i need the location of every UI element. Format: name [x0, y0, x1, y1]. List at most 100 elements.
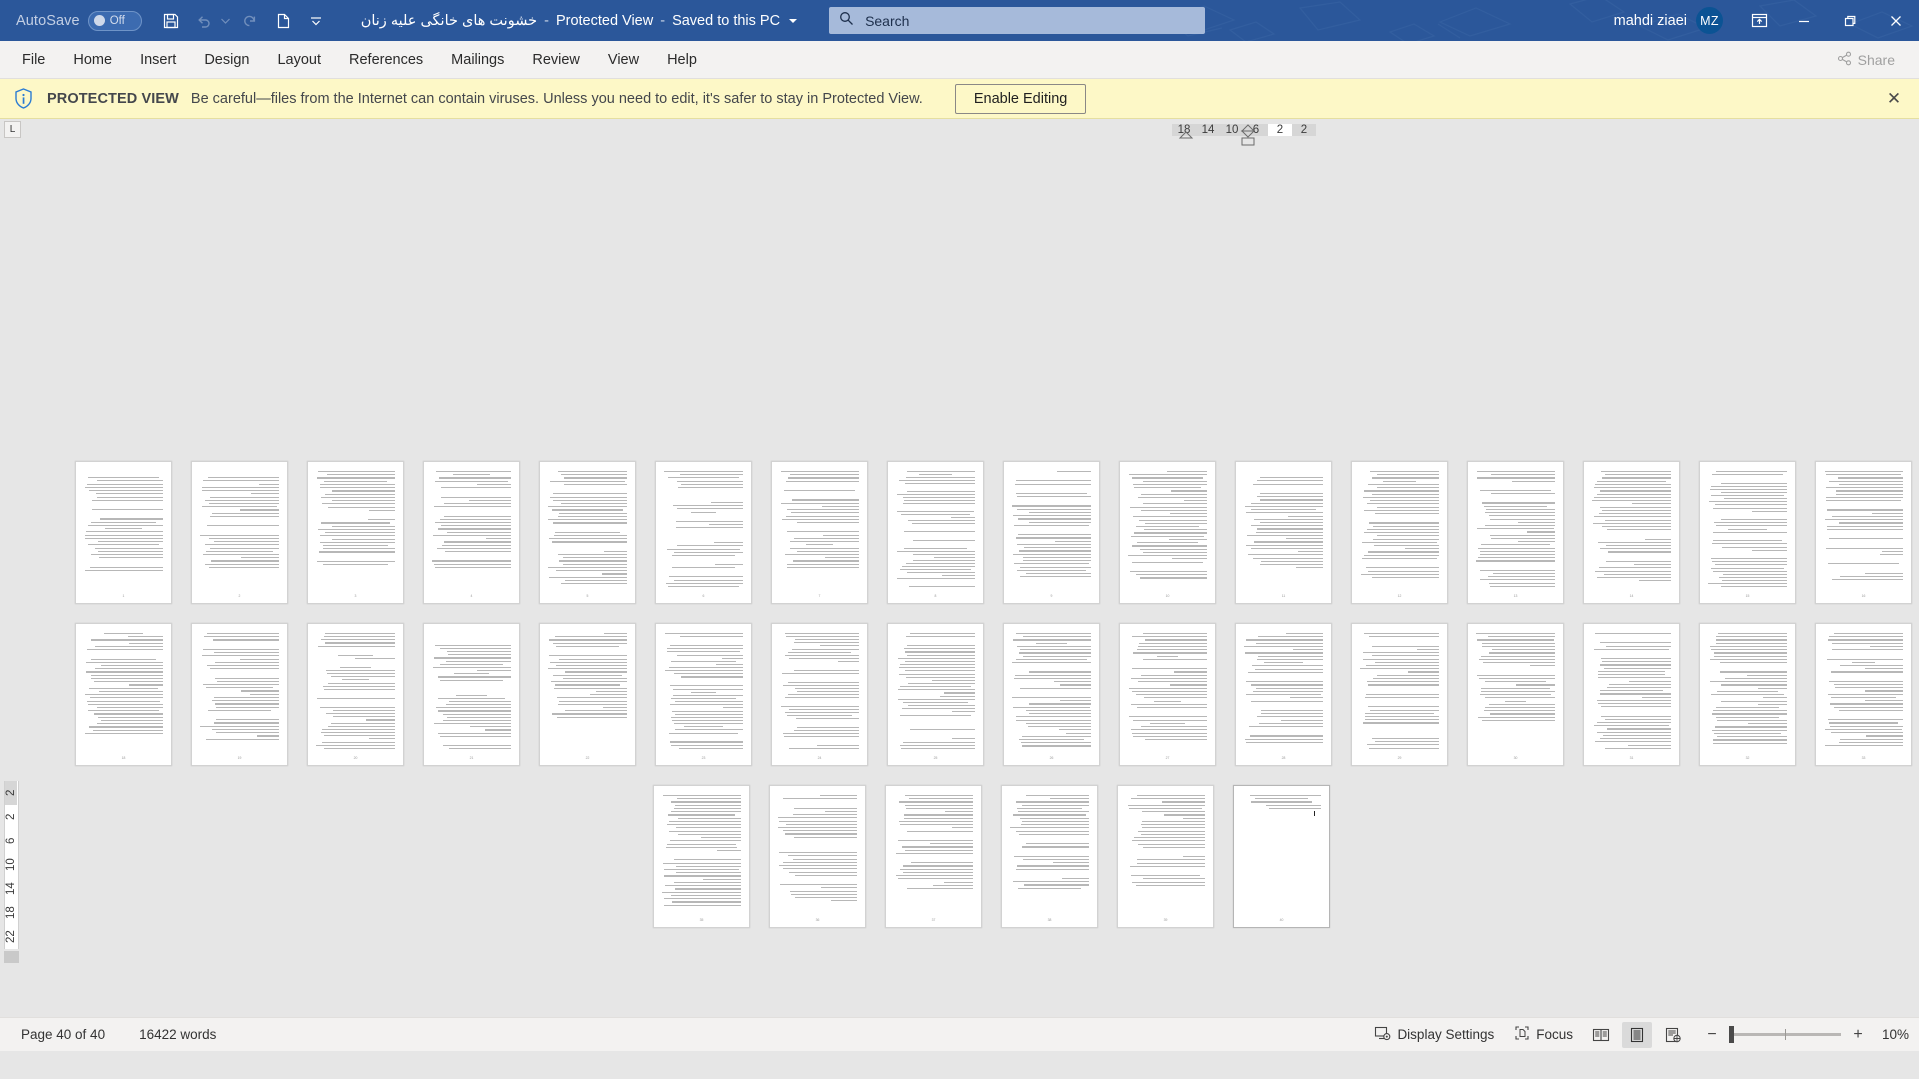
page-thumbnail[interactable]: 7	[771, 461, 868, 604]
page-thumbnail[interactable]: 11	[1235, 461, 1332, 604]
page-thumbnail[interactable]: 18	[75, 623, 172, 766]
page-footer-number: 28	[1281, 756, 1286, 760]
view-read-mode-button[interactable]	[1586, 1022, 1616, 1048]
tab-review[interactable]: Review	[518, 41, 594, 78]
page-indicator[interactable]: Page 40 of 40	[16, 1024, 110, 1045]
view-print-layout-button[interactable]	[1622, 1021, 1652, 1048]
page-thumbnail[interactable]: 2	[191, 461, 288, 604]
page-thumbnail[interactable]: 3	[307, 461, 404, 604]
tab-stop-selector-icon[interactable]: L	[4, 121, 21, 138]
text-line	[1252, 665, 1323, 667]
zoom-in-button[interactable]: +	[1850, 1026, 1866, 1044]
page-thumbnail[interactable]: 14	[1583, 461, 1680, 604]
tab-home[interactable]: Home	[59, 41, 126, 78]
page-thumbnail[interactable]: 5	[539, 461, 636, 604]
text-line	[1153, 700, 1182, 702]
save-location-label[interactable]: Saved to this PC	[672, 13, 780, 29]
tab-view[interactable]: View	[594, 41, 653, 78]
page-thumbnail[interactable]: 28	[1235, 623, 1332, 766]
undo-dropdown-icon[interactable]	[219, 6, 232, 36]
text-line	[1131, 798, 1205, 800]
page-thumbnail[interactable]: 37	[885, 785, 982, 928]
tab-help[interactable]: Help	[653, 41, 711, 78]
save-icon[interactable]	[156, 6, 186, 36]
page-thumbnail[interactable]: 8	[887, 461, 984, 604]
page-thumbnail[interactable]: 10	[1119, 461, 1216, 604]
tab-design[interactable]: Design	[190, 41, 263, 78]
text-line	[1053, 681, 1091, 683]
new-document-icon[interactable]	[268, 6, 298, 36]
protected-view-message: Be careful—files from the Internet can c…	[190, 90, 923, 107]
user-name-label[interactable]: mahdi ziaei	[1614, 13, 1687, 29]
page-thumbnail[interactable]: 25	[887, 623, 984, 766]
zoom-slider[interactable]	[1729, 1026, 1841, 1043]
text-line	[553, 522, 627, 524]
text-line	[898, 839, 973, 842]
text-line	[1826, 658, 1903, 660]
page-thumbnail-grid[interactable]: 1234567891011121314151617 18192021222324…	[0, 141, 1919, 1017]
close-icon[interactable]: ✕	[1881, 86, 1907, 112]
page-thumbnail[interactable]: 9	[1003, 461, 1100, 604]
zoom-slider-thumb[interactable]	[1729, 1026, 1734, 1043]
customize-quick-access-toolbar-icon[interactable]	[301, 6, 331, 36]
chevron-down-icon[interactable]	[789, 18, 798, 23]
page-thumbnail[interactable]: 33	[1815, 623, 1912, 766]
word-count[interactable]: 16422 words	[134, 1024, 221, 1045]
search-input[interactable]: Search	[829, 7, 1206, 34]
text-line	[1751, 549, 1787, 551]
page-thumbnail[interactable]: 22	[539, 623, 636, 766]
page-thumbnail[interactable]: 40	[1233, 785, 1330, 928]
page-thumbnail[interactable]: 15	[1699, 461, 1796, 604]
view-web-layout-button[interactable]	[1658, 1022, 1688, 1048]
avatar[interactable]: MZ	[1696, 7, 1723, 34]
zoom-level-label[interactable]: 10%	[1875, 1027, 1909, 1042]
page-thumbnail[interactable]: 27	[1119, 623, 1216, 766]
text-line	[1264, 662, 1303, 664]
ribbon-display-options-icon[interactable]	[1737, 0, 1781, 41]
page-thumbnail[interactable]: 19	[191, 623, 288, 766]
horizontal-ruler[interactable]: L 18 14 10 6 2 2	[0, 119, 1919, 146]
text-line	[90, 697, 163, 699]
tab-layout[interactable]: Layout	[263, 41, 335, 78]
tab-file[interactable]: File	[8, 41, 59, 78]
page-thumbnail[interactable]: 1	[75, 461, 172, 604]
autosave-toggle[interactable]: Off	[87, 10, 142, 31]
share-button[interactable]: Share	[1827, 47, 1905, 73]
zoom-out-button[interactable]: −	[1704, 1026, 1720, 1044]
text-line	[331, 525, 395, 527]
close-button[interactable]	[1873, 0, 1919, 41]
redo-icon[interactable]	[235, 6, 265, 36]
page-thumbnail[interactable]: 6	[655, 461, 752, 604]
page-thumbnail[interactable]: 13	[1467, 461, 1564, 604]
page-thumbnail[interactable]: 26	[1003, 623, 1100, 766]
page-thumbnail[interactable]: 21	[423, 623, 520, 766]
page-thumbnail[interactable]: 39	[1117, 785, 1214, 928]
zoom-control[interactable]: − + 10%	[1704, 1026, 1909, 1044]
restore-button[interactable]	[1827, 0, 1873, 41]
text-line	[676, 798, 741, 800]
text-line	[1143, 878, 1205, 880]
page-thumbnail[interactable]: 24	[771, 623, 868, 766]
page-thumbnail[interactable]: 30	[1467, 623, 1564, 766]
text-line	[1490, 713, 1555, 715]
page-thumbnail[interactable]: 36	[769, 785, 866, 928]
tab-mailings[interactable]: Mailings	[437, 41, 518, 78]
page-thumbnail[interactable]: 32	[1699, 623, 1796, 766]
page-thumbnail[interactable]: 38	[1001, 785, 1098, 928]
enable-editing-button[interactable]: Enable Editing	[954, 83, 1087, 114]
focus-button[interactable]: Focus	[1507, 1021, 1580, 1048]
page-thumbnail[interactable]: 20	[307, 623, 404, 766]
page-thumbnail[interactable]: 35	[653, 785, 750, 928]
text-line	[1133, 516, 1207, 518]
display-settings-button[interactable]: Display Settings	[1367, 1021, 1501, 1049]
tab-insert[interactable]: Insert	[126, 41, 190, 78]
page-thumbnail[interactable]: 31	[1583, 623, 1680, 766]
page-thumbnail[interactable]: 16	[1815, 461, 1912, 604]
page-thumbnail[interactable]: 29	[1351, 623, 1448, 766]
page-thumbnail[interactable]: 4	[423, 461, 520, 604]
page-thumbnail[interactable]: 23	[655, 623, 752, 766]
undo-icon[interactable]	[189, 6, 219, 36]
tab-references[interactable]: References	[335, 41, 437, 78]
minimize-button[interactable]	[1781, 0, 1827, 41]
page-thumbnail[interactable]: 12	[1351, 461, 1448, 604]
